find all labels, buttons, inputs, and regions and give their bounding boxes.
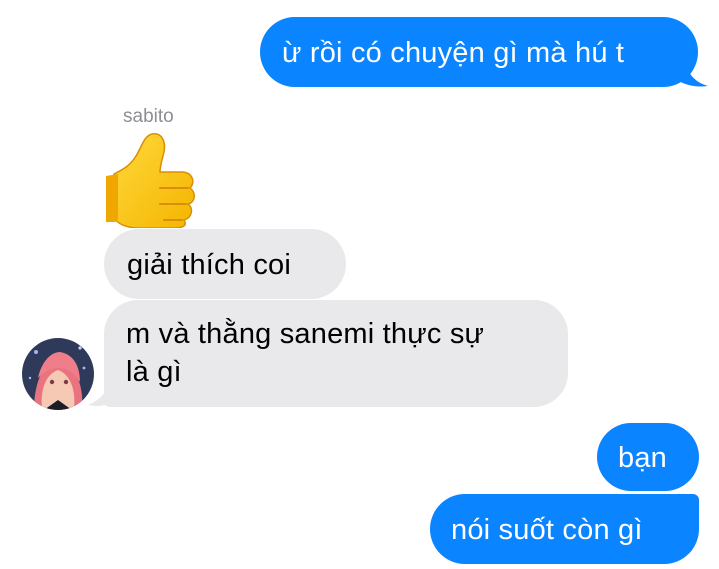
sender-name: sabito <box>123 106 174 127</box>
message-text: nói suốt còn gì <box>451 514 643 546</box>
message-text: giải thích coi <box>127 249 291 281</box>
incoming-message-bubble[interactable]: giải thích coi <box>104 229 346 299</box>
outgoing-message-bubble[interactable]: ừ rồi có chuyện gì mà hú t <box>260 17 698 87</box>
message-text: bạn <box>618 442 667 474</box>
message-text-line: m và thằng sanemi thực sự <box>126 318 485 350</box>
message-text: ừ rồi có chuyện gì mà hú t <box>282 37 625 69</box>
outgoing-message-bubble[interactable]: bạn <box>597 423 699 491</box>
avatar-image <box>22 338 94 410</box>
outgoing-message-bubble[interactable]: nói suốt còn gì <box>430 494 699 564</box>
message-text-line: là gì <box>126 356 182 388</box>
avatar[interactable] <box>22 338 94 410</box>
thumbs-up-icon[interactable] <box>104 130 200 228</box>
incoming-message-bubble[interactable]: m và thằng sanemi thực sự là gì <box>104 300 568 407</box>
